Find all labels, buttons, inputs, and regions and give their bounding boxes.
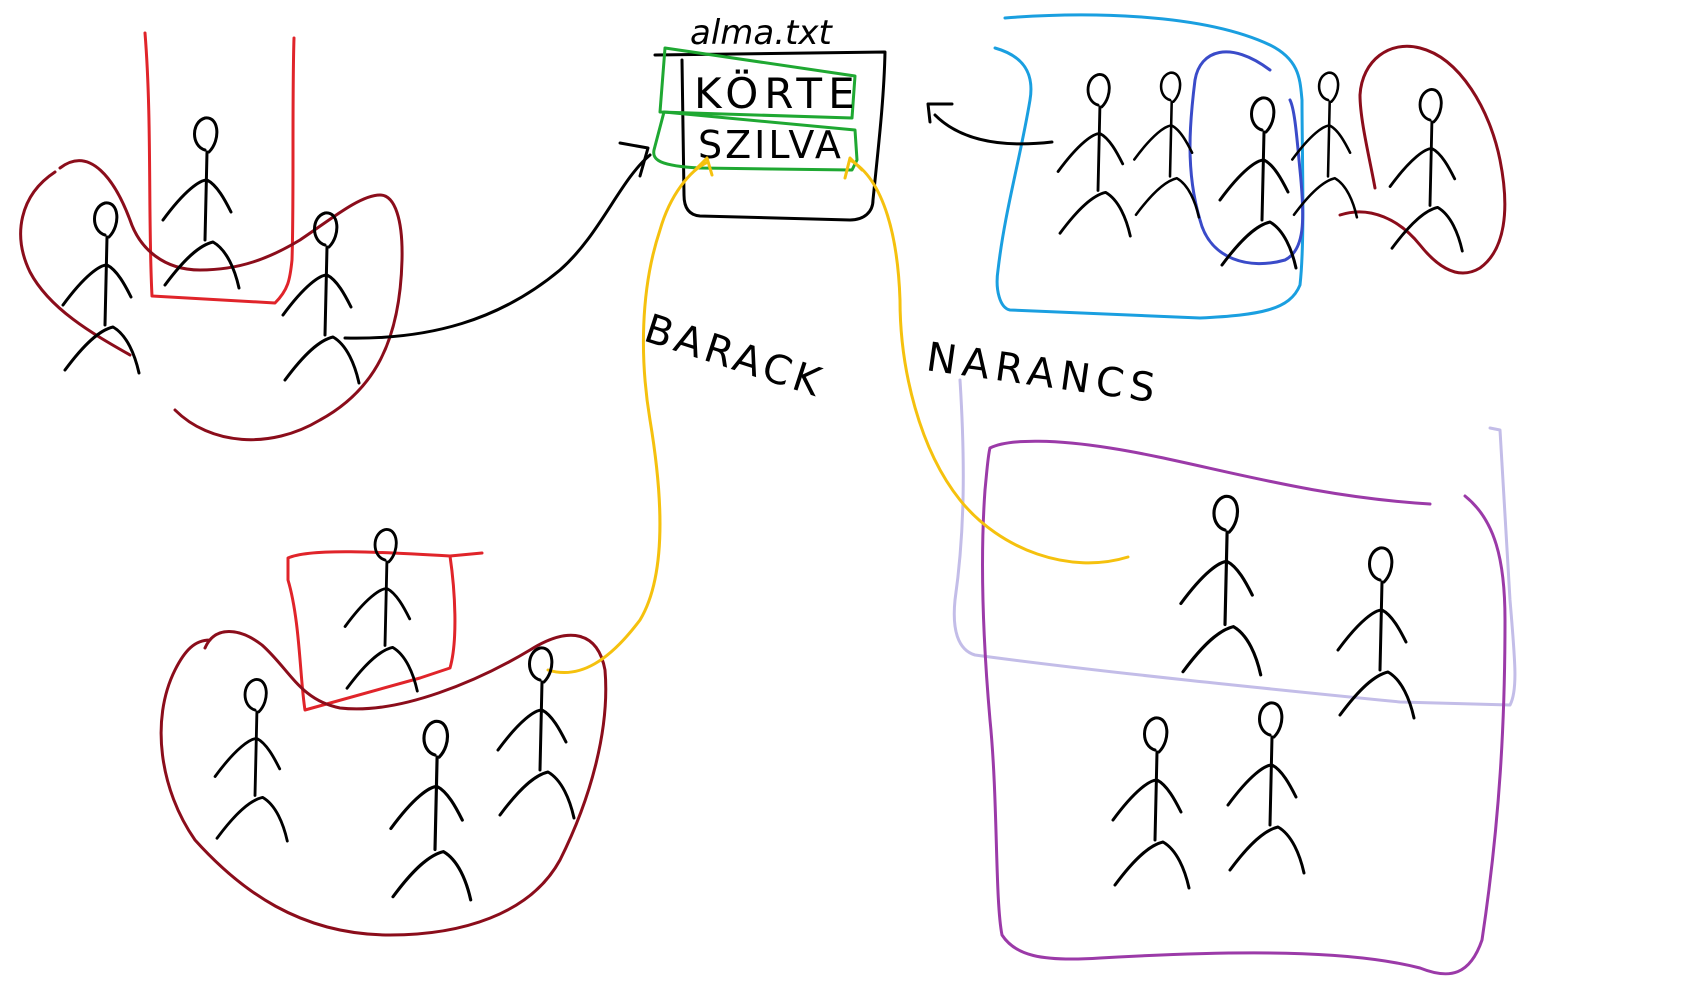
edge-label-barack: BARACK: [639, 306, 830, 407]
diagram-canvas: alma.txt KÖRTE SZILVA BARACK NARANCS: [19, 13, 1517, 976]
stick-figure-icon: [1179, 494, 1263, 677]
edge-label-narancs: NARANCS: [924, 334, 1164, 412]
stick-figure-icon: [389, 719, 473, 902]
stick-figure-icon: [281, 211, 361, 385]
stick-figure-icon: [1056, 73, 1132, 238]
file-entry-korte: KÖRTE: [694, 68, 861, 118]
stick-figure-icon: [1226, 701, 1306, 875]
arrow-right-to-file: [933, 113, 1054, 146]
file-box: alma.txt KÖRTE SZILVA: [652, 13, 887, 222]
arrow-barack: [546, 160, 710, 675]
stick-figure-icon: [1133, 71, 1201, 219]
group-bottom-right: [952, 378, 1517, 976]
file-title: alma.txt: [690, 13, 833, 53]
stick-figure-icon: [161, 116, 241, 290]
group-bottom-left: [159, 550, 608, 937]
stick-figure-icon: [1111, 716, 1191, 890]
file-entry-szilva: SZILVA: [698, 123, 844, 167]
group-top-left: [19, 31, 404, 442]
arrow-left-to-file: [343, 153, 652, 340]
stick-figure-icon: [1218, 96, 1298, 270]
stick-figure-icon: [213, 678, 289, 843]
stick-figure-icon: [1336, 546, 1416, 720]
stick-figure-icon: [61, 201, 141, 375]
stick-figures: [61, 71, 1464, 902]
